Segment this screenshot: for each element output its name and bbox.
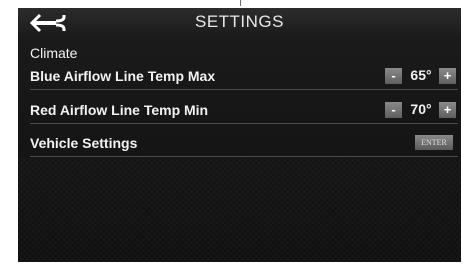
page-title: SETTINGS — [194, 12, 284, 31]
section-label-climate: Climate — [30, 45, 78, 61]
row-label: Red Airflow Line Temp Min — [30, 102, 209, 118]
decrease-button[interactable]: - — [385, 102, 402, 118]
increase-button[interactable]: + — [439, 102, 456, 118]
temperature-value: 65° — [410, 67, 432, 83]
enter-button[interactable]: ENTER — [415, 135, 453, 150]
row-label: Vehicle Settings — [30, 135, 138, 151]
temperature-value: 70° — [410, 101, 432, 117]
settings-screen: SETTINGS Climate Blue Airflow Line Temp … — [18, 8, 461, 262]
increase-button[interactable]: + — [439, 68, 456, 84]
setting-row-blue-airflow: Blue Airflow Line Temp Max - 65° + — [30, 63, 458, 90]
setting-row-vehicle-settings: Vehicle Settings ENTER — [30, 130, 458, 157]
decrease-button[interactable]: - — [385, 68, 402, 84]
header-bar: SETTINGS — [18, 8, 461, 38]
setting-row-red-airflow: Red Airflow Line Temp Min - 70° + — [30, 97, 458, 124]
row-label: Blue Airflow Line Temp Max — [30, 68, 216, 84]
